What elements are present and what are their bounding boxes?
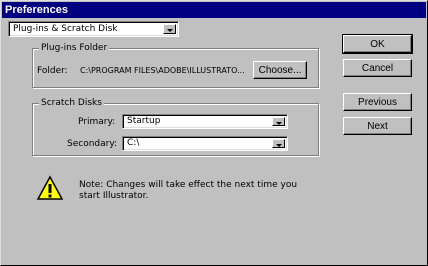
scratch-disks-title: Scratch Disks [39,97,104,109]
chevron-down-icon[interactable] [272,117,285,126]
cancel-button-label: Cancel [361,62,394,74]
choose-button-label: Choose... [258,64,302,76]
plugins-folder-title: Plug-ins Folder [39,42,110,54]
next-button-label: Next [367,120,388,132]
section-select[interactable]: Plug-ins & Scratch Disk [8,21,179,37]
previous-button-label: Previous [358,96,397,108]
window-title: Preferences [5,4,68,16]
previous-button[interactable]: Previous [343,93,412,111]
folder-path: C:\PROGRAM FILES\ADOBE\ILLUSTRATO... [80,66,245,75]
secondary-select[interactable]: C:\ [122,136,288,151]
next-button[interactable]: Next [343,117,412,135]
primary-label: Primary: [78,117,116,127]
chevron-down-icon[interactable] [272,139,285,148]
section-select-value: Plug-ins & Scratch Disk [13,24,118,34]
warning-icon [36,175,64,201]
primary-select[interactable]: Startup [122,114,288,129]
note-line-1: Note: Changes will take effect the next … [79,180,298,190]
primary-select-value: Startup [127,116,161,126]
folder-label: Folder: [37,66,68,76]
title-bar: Preferences [2,2,426,18]
ok-button[interactable]: OK [342,34,413,54]
secondary-select-value: C:\ [127,138,140,148]
ok-button-label: OK [370,38,385,50]
preferences-dialog: Preferences Plug-ins & Scratch Disk Plug… [0,0,428,266]
choose-button[interactable]: Choose... [253,61,307,79]
note-line-2: start Illustrator. [79,191,149,201]
cancel-button[interactable]: Cancel [343,59,412,77]
secondary-label: Secondary: [67,139,118,149]
chevron-down-icon[interactable] [163,24,176,34]
